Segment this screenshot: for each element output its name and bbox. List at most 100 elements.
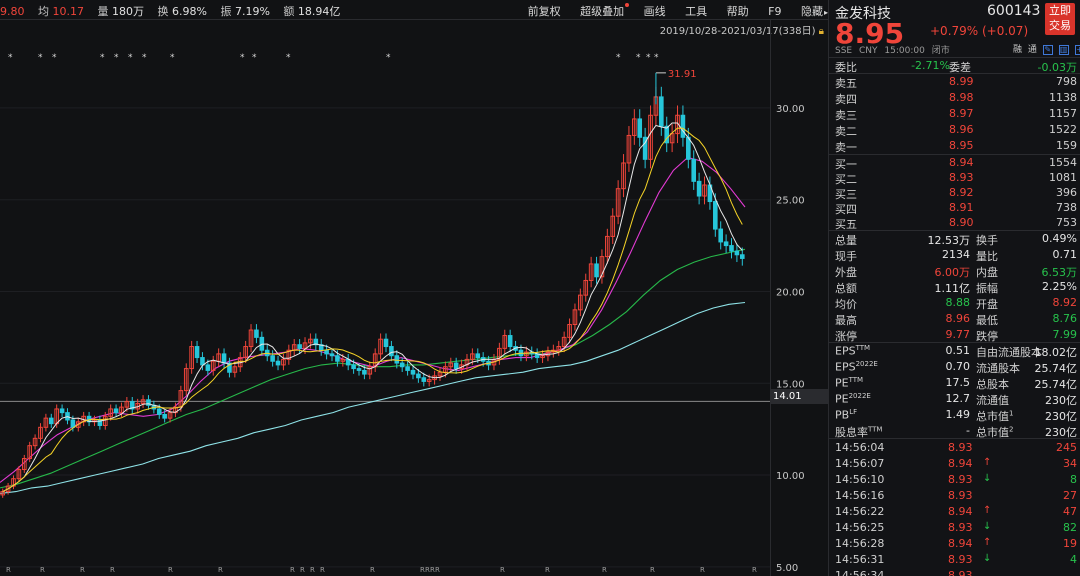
layout-icon[interactable]: ▥ xyxy=(1058,44,1069,55)
fundamental-row: PE2022E 12.7 流通值 230亿 xyxy=(829,391,1080,407)
fundamental-row: 股息率TTM - 总市值2 230亿 xyxy=(829,423,1080,439)
stat-label: 最低 xyxy=(976,314,998,327)
event-marker-top: * xyxy=(114,53,119,63)
event-marker-top: * xyxy=(170,53,175,63)
candle-body xyxy=(399,362,405,368)
tick-time: 14:56:07 xyxy=(835,457,885,470)
summary-low: 9.80 xyxy=(0,5,25,18)
ask-price: 8.95 xyxy=(949,139,974,152)
kline-plot[interactable]: 30.0025.0020.0015.0010.005.0031.91* * * * * *… xyxy=(0,20,828,576)
candle-body xyxy=(275,360,281,366)
fundamental-label-text: PE xyxy=(835,392,849,406)
y-tick-label: 10.00 xyxy=(776,471,805,482)
connect-tag: 通 xyxy=(1027,45,1037,55)
fundamental-label-text: PB xyxy=(835,408,850,422)
fundamental-value: 17.5 xyxy=(945,376,971,389)
fundamental-value: - xyxy=(966,424,970,437)
menu-help[interactable]: 帮助 xyxy=(727,3,749,19)
event-marker-top: * xyxy=(646,53,651,63)
ask-row[interactable]: 卖四 8.98 1138 xyxy=(829,90,1080,106)
ask-row[interactable]: 卖五 8.99 798 xyxy=(829,74,1080,90)
menu-overlay[interactable]: 超级叠加 xyxy=(580,3,630,19)
event-marker-bottom: R xyxy=(435,566,440,574)
candle-body xyxy=(475,353,481,359)
fundamental-label-text: 总股本 xyxy=(976,378,1009,391)
candle-body xyxy=(205,364,211,371)
fundamental-label: 自由流通股本 xyxy=(976,344,1042,360)
fundamental-row: EPS2022E 0.70 流通股本 25.74亿 xyxy=(829,359,1080,375)
fundamental-label-sup: TTM xyxy=(868,425,883,434)
tick-volume: 8 xyxy=(1070,473,1077,486)
tick-price: 8.94 xyxy=(948,537,973,550)
fundamental-label-text: 自由流通股本 xyxy=(976,346,1042,359)
tick-time: 14:56:34 xyxy=(835,569,885,576)
fundamental-value: 0.51 xyxy=(945,344,971,357)
candle-body xyxy=(405,366,410,371)
candle-body xyxy=(162,413,167,419)
event-marker-top: * xyxy=(286,53,291,63)
menu-adjust[interactable]: 前复权 xyxy=(528,3,561,19)
tick-direction-icon: ↑ xyxy=(983,505,992,516)
fundamental-value: 25.74亿 xyxy=(1034,362,1078,375)
fundamental-label-text: 流通股本 xyxy=(976,362,1020,375)
bid-volume: 396 xyxy=(1056,186,1077,199)
fundamental-label-sup: TTM xyxy=(848,376,864,384)
summary-volume: 量 180万 xyxy=(97,5,145,18)
stat-value: 2.25% xyxy=(1042,280,1077,293)
stat-label: 均价 xyxy=(835,298,857,311)
fundamental-value: 18.02亿 xyxy=(1034,346,1078,359)
fundamental-value: 230亿 xyxy=(1045,426,1077,439)
kline-chart-pane[interactable]: 9.80 均 10.17 量 180万 换 6.98% 振 7.19% 额 18… xyxy=(0,0,828,576)
menu-f9[interactable]: F9 xyxy=(768,5,781,18)
ask-price: 8.96 xyxy=(949,123,974,136)
tick-volume: 245 xyxy=(1056,441,1077,454)
tick-price: 8.93 xyxy=(948,489,973,502)
bid-row[interactable]: 买二 8.93 1081 xyxy=(829,170,1080,186)
bid-row[interactable]: 买三 8.92 396 xyxy=(829,185,1080,201)
tick-row: 14:56:31 8.93 ↓ 4 xyxy=(829,552,1080,568)
candle-body xyxy=(686,136,691,160)
menu-tools[interactable]: 工具 xyxy=(685,3,707,19)
bid-row[interactable]: 买四 8.91 738 xyxy=(829,200,1080,216)
candle-body xyxy=(194,346,200,359)
fundamental-row: EPSTTM 0.51 自由流通股本 18.02亿 xyxy=(829,343,1080,359)
candle-body xyxy=(659,96,664,127)
fundamental-label-sup: 2022E xyxy=(855,360,878,368)
fundamental-label: EPSTTM xyxy=(835,344,870,358)
trade-now-button[interactable]: 立即 交易 xyxy=(1045,3,1075,35)
stat-value: 6.00万 xyxy=(934,266,971,279)
fundamental-label-sup: 2 xyxy=(1009,425,1014,434)
tick-row: 14:56:04 8.93 245 xyxy=(829,440,1080,456)
event-marker-bottom: R xyxy=(500,566,505,574)
ask-row[interactable]: 卖二 8.96 1522 xyxy=(829,122,1080,138)
stat-value: 0.71 xyxy=(1052,248,1078,261)
candle-body xyxy=(594,263,599,278)
candle-body xyxy=(394,355,400,364)
event-marker-bottom: R xyxy=(290,566,295,574)
ask-volume: 159 xyxy=(1056,139,1077,152)
tick-volume: 19 xyxy=(1063,537,1077,550)
add-icon[interactable]: + xyxy=(1074,44,1080,55)
event-marker-top: * xyxy=(8,53,13,63)
stat-value: 8.76 xyxy=(1052,312,1078,325)
stat-label: 换手 xyxy=(976,234,998,247)
bid-row[interactable]: 买五 8.90 753 xyxy=(829,215,1080,231)
tick-volume: 47 xyxy=(1063,505,1077,518)
menu-hide[interactable]: 隐藏 xyxy=(801,3,823,19)
candle-body xyxy=(324,349,329,355)
tick-time: 14:56:31 xyxy=(835,553,885,566)
tick-price: 8.94 xyxy=(948,457,973,470)
bid-row[interactable]: 买一 8.94 1554 xyxy=(829,155,1080,171)
event-marker-bottom: R xyxy=(300,566,305,574)
stat-value: 8.92 xyxy=(1052,296,1078,309)
menu-draw[interactable]: 画线 xyxy=(644,3,666,19)
ask-row[interactable]: 卖一 8.95 159 xyxy=(829,138,1080,154)
ask-volume: 798 xyxy=(1056,75,1077,88)
ask-level-label: 卖一 xyxy=(835,141,857,154)
edit-icon[interactable]: ✎ xyxy=(1042,44,1053,55)
candle-body xyxy=(416,373,421,379)
tick-direction-icon: ↓ xyxy=(983,473,992,484)
candle-body xyxy=(718,228,724,243)
candle-body xyxy=(740,254,745,259)
ask-row[interactable]: 卖三 8.97 1157 xyxy=(829,106,1080,122)
